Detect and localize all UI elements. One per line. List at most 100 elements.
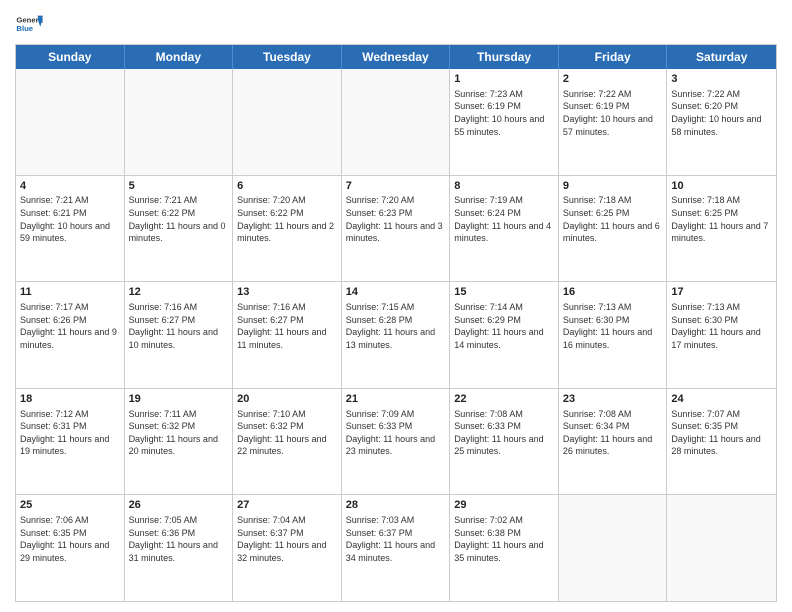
sun-info: Sunrise: 7:02 AMSunset: 6:38 PMDaylight:… xyxy=(454,514,554,564)
weekday-header-friday: Friday xyxy=(559,45,668,69)
sun-info: Sunrise: 7:16 AMSunset: 6:27 PMDaylight:… xyxy=(129,301,229,351)
sun-info: Sunrise: 7:21 AMSunset: 6:22 PMDaylight:… xyxy=(129,194,229,244)
day-number: 6 xyxy=(237,179,337,194)
day-number: 26 xyxy=(129,498,229,513)
calendar: SundayMondayTuesdayWednesdayThursdayFrid… xyxy=(15,44,777,602)
calendar-cell: 26Sunrise: 7:05 AMSunset: 6:36 PMDayligh… xyxy=(125,495,234,601)
calendar-cell: 21Sunrise: 7:09 AMSunset: 6:33 PMDayligh… xyxy=(342,389,451,495)
sun-info: Sunrise: 7:13 AMSunset: 6:30 PMDaylight:… xyxy=(563,301,663,351)
weekday-header-tuesday: Tuesday xyxy=(233,45,342,69)
day-number: 25 xyxy=(20,498,120,513)
sun-info: Sunrise: 7:22 AMSunset: 6:19 PMDaylight:… xyxy=(563,88,663,138)
day-number: 8 xyxy=(454,179,554,194)
day-number: 24 xyxy=(671,392,772,407)
calendar-cell: 9Sunrise: 7:18 AMSunset: 6:25 PMDaylight… xyxy=(559,176,668,282)
calendar-cell: 5Sunrise: 7:21 AMSunset: 6:22 PMDaylight… xyxy=(125,176,234,282)
weekday-header-thursday: Thursday xyxy=(450,45,559,69)
calendar-cell: 25Sunrise: 7:06 AMSunset: 6:35 PMDayligh… xyxy=(16,495,125,601)
sun-info: Sunrise: 7:19 AMSunset: 6:24 PMDaylight:… xyxy=(454,194,554,244)
sun-info: Sunrise: 7:05 AMSunset: 6:36 PMDaylight:… xyxy=(129,514,229,564)
calendar-row-5: 25Sunrise: 7:06 AMSunset: 6:35 PMDayligh… xyxy=(16,494,776,601)
calendar-cell: 14Sunrise: 7:15 AMSunset: 6:28 PMDayligh… xyxy=(342,282,451,388)
calendar-cell xyxy=(233,69,342,175)
day-number: 21 xyxy=(346,392,446,407)
day-number: 9 xyxy=(563,179,663,194)
calendar-cell: 16Sunrise: 7:13 AMSunset: 6:30 PMDayligh… xyxy=(559,282,668,388)
calendar-cell xyxy=(342,69,451,175)
day-number: 17 xyxy=(671,285,772,300)
day-number: 12 xyxy=(129,285,229,300)
calendar-cell: 29Sunrise: 7:02 AMSunset: 6:38 PMDayligh… xyxy=(450,495,559,601)
calendar-cell xyxy=(16,69,125,175)
weekday-header-wednesday: Wednesday xyxy=(342,45,451,69)
calendar-cell: 1Sunrise: 7:23 AMSunset: 6:19 PMDaylight… xyxy=(450,69,559,175)
logo: General Blue xyxy=(15,10,43,38)
day-number: 18 xyxy=(20,392,120,407)
sun-info: Sunrise: 7:17 AMSunset: 6:26 PMDaylight:… xyxy=(20,301,120,351)
sun-info: Sunrise: 7:18 AMSunset: 6:25 PMDaylight:… xyxy=(671,194,772,244)
calendar-cell: 2Sunrise: 7:22 AMSunset: 6:19 PMDaylight… xyxy=(559,69,668,175)
calendar-cell: 3Sunrise: 7:22 AMSunset: 6:20 PMDaylight… xyxy=(667,69,776,175)
day-number: 7 xyxy=(346,179,446,194)
day-number: 16 xyxy=(563,285,663,300)
calendar-cell: 15Sunrise: 7:14 AMSunset: 6:29 PMDayligh… xyxy=(450,282,559,388)
sun-info: Sunrise: 7:20 AMSunset: 6:23 PMDaylight:… xyxy=(346,194,446,244)
calendar-cell: 20Sunrise: 7:10 AMSunset: 6:32 PMDayligh… xyxy=(233,389,342,495)
calendar-row-1: 1Sunrise: 7:23 AMSunset: 6:19 PMDaylight… xyxy=(16,69,776,175)
calendar-cell: 18Sunrise: 7:12 AMSunset: 6:31 PMDayligh… xyxy=(16,389,125,495)
svg-text:Blue: Blue xyxy=(16,24,33,33)
sun-info: Sunrise: 7:03 AMSunset: 6:37 PMDaylight:… xyxy=(346,514,446,564)
calendar-cell xyxy=(559,495,668,601)
calendar-cell: 13Sunrise: 7:16 AMSunset: 6:27 PMDayligh… xyxy=(233,282,342,388)
sun-info: Sunrise: 7:15 AMSunset: 6:28 PMDaylight:… xyxy=(346,301,446,351)
day-number: 5 xyxy=(129,179,229,194)
sun-info: Sunrise: 7:12 AMSunset: 6:31 PMDaylight:… xyxy=(20,408,120,458)
calendar-row-4: 18Sunrise: 7:12 AMSunset: 6:31 PMDayligh… xyxy=(16,388,776,495)
sun-info: Sunrise: 7:20 AMSunset: 6:22 PMDaylight:… xyxy=(237,194,337,244)
day-number: 14 xyxy=(346,285,446,300)
sun-info: Sunrise: 7:10 AMSunset: 6:32 PMDaylight:… xyxy=(237,408,337,458)
weekday-header-saturday: Saturday xyxy=(667,45,776,69)
sun-info: Sunrise: 7:08 AMSunset: 6:33 PMDaylight:… xyxy=(454,408,554,458)
sun-info: Sunrise: 7:21 AMSunset: 6:21 PMDaylight:… xyxy=(20,194,120,244)
day-number: 2 xyxy=(563,72,663,87)
calendar-cell xyxy=(125,69,234,175)
sun-info: Sunrise: 7:09 AMSunset: 6:33 PMDaylight:… xyxy=(346,408,446,458)
calendar-cell: 24Sunrise: 7:07 AMSunset: 6:35 PMDayligh… xyxy=(667,389,776,495)
day-number: 11 xyxy=(20,285,120,300)
sun-info: Sunrise: 7:13 AMSunset: 6:30 PMDaylight:… xyxy=(671,301,772,351)
calendar-cell: 11Sunrise: 7:17 AMSunset: 6:26 PMDayligh… xyxy=(16,282,125,388)
day-number: 19 xyxy=(129,392,229,407)
day-number: 27 xyxy=(237,498,337,513)
day-number: 4 xyxy=(20,179,120,194)
day-number: 15 xyxy=(454,285,554,300)
logo-icon: General Blue xyxy=(15,10,43,38)
calendar-cell: 22Sunrise: 7:08 AMSunset: 6:33 PMDayligh… xyxy=(450,389,559,495)
sun-info: Sunrise: 7:18 AMSunset: 6:25 PMDaylight:… xyxy=(563,194,663,244)
day-number: 3 xyxy=(671,72,772,87)
header: General Blue xyxy=(15,10,777,38)
calendar-cell xyxy=(667,495,776,601)
calendar-cell: 23Sunrise: 7:08 AMSunset: 6:34 PMDayligh… xyxy=(559,389,668,495)
calendar-cell: 10Sunrise: 7:18 AMSunset: 6:25 PMDayligh… xyxy=(667,176,776,282)
day-number: 23 xyxy=(563,392,663,407)
calendar-cell: 27Sunrise: 7:04 AMSunset: 6:37 PMDayligh… xyxy=(233,495,342,601)
calendar-cell: 6Sunrise: 7:20 AMSunset: 6:22 PMDaylight… xyxy=(233,176,342,282)
day-number: 20 xyxy=(237,392,337,407)
sun-info: Sunrise: 7:22 AMSunset: 6:20 PMDaylight:… xyxy=(671,88,772,138)
calendar-cell: 17Sunrise: 7:13 AMSunset: 6:30 PMDayligh… xyxy=(667,282,776,388)
day-number: 28 xyxy=(346,498,446,513)
weekday-header-monday: Monday xyxy=(125,45,234,69)
sun-info: Sunrise: 7:16 AMSunset: 6:27 PMDaylight:… xyxy=(237,301,337,351)
sun-info: Sunrise: 7:14 AMSunset: 6:29 PMDaylight:… xyxy=(454,301,554,351)
calendar-body: 1Sunrise: 7:23 AMSunset: 6:19 PMDaylight… xyxy=(16,69,776,601)
sun-info: Sunrise: 7:07 AMSunset: 6:35 PMDaylight:… xyxy=(671,408,772,458)
day-number: 29 xyxy=(454,498,554,513)
calendar-row-3: 11Sunrise: 7:17 AMSunset: 6:26 PMDayligh… xyxy=(16,281,776,388)
calendar-row-2: 4Sunrise: 7:21 AMSunset: 6:21 PMDaylight… xyxy=(16,175,776,282)
calendar-header: SundayMondayTuesdayWednesdayThursdayFrid… xyxy=(16,45,776,69)
sun-info: Sunrise: 7:06 AMSunset: 6:35 PMDaylight:… xyxy=(20,514,120,564)
day-number: 10 xyxy=(671,179,772,194)
sun-info: Sunrise: 7:11 AMSunset: 6:32 PMDaylight:… xyxy=(129,408,229,458)
calendar-cell: 4Sunrise: 7:21 AMSunset: 6:21 PMDaylight… xyxy=(16,176,125,282)
